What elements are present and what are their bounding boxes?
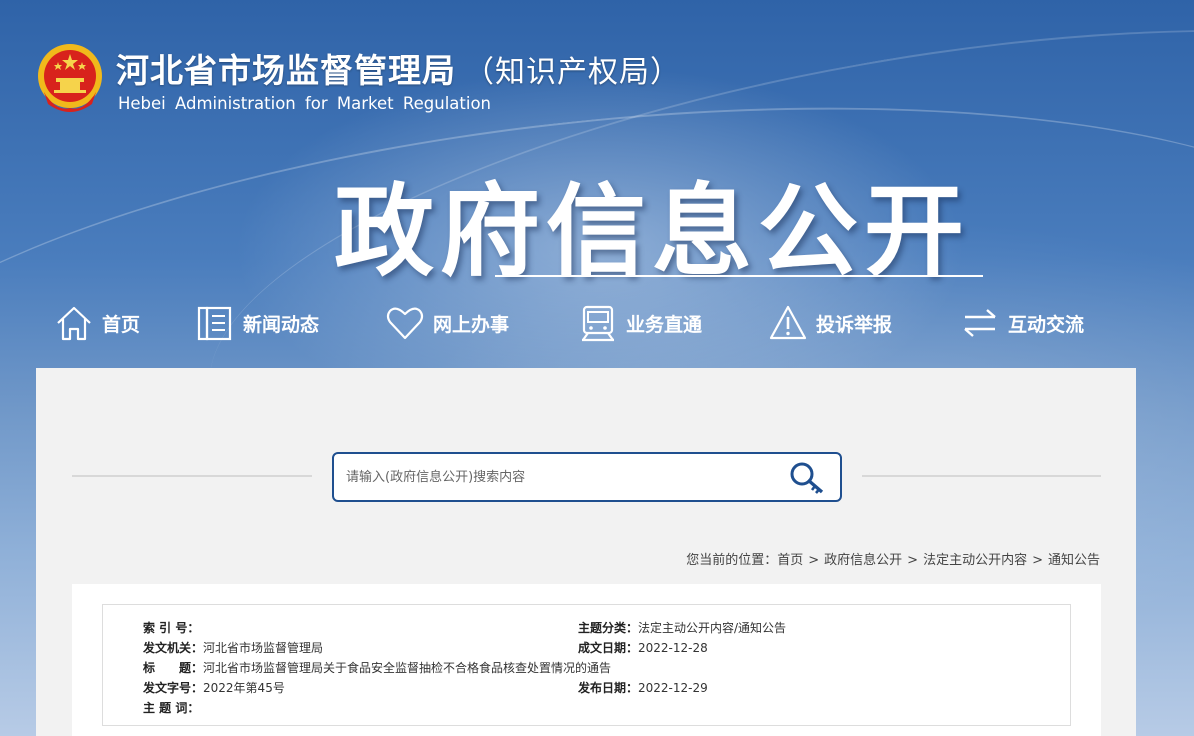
breadcrumb-link-notices[interactable]: 通知公告	[1048, 553, 1100, 568]
info-row-created: 成文日期：2022-12-28	[578, 639, 708, 656]
nav-label: 新闻动态	[243, 313, 320, 336]
document-info-section: 索 引 号： 发文机关：河北省市场监督管理局 标 题：河北省市场监督管理局关于食…	[72, 584, 1101, 736]
nav-item-home[interactable]: 首页	[54, 300, 140, 346]
document-info-table: 索 引 号： 发文机关：河北省市场监督管理局 标 题：河北省市场监督管理局关于食…	[102, 604, 1071, 726]
search-input[interactable]	[346, 464, 766, 490]
breadcrumb-prefix: 您当前的位置：	[686, 553, 778, 568]
page-title: 政府信息公开	[334, 173, 970, 290]
nav-label: 投诉举报	[816, 313, 893, 336]
nav-label: 互动交流	[1008, 313, 1085, 336]
title-underline	[495, 275, 983, 277]
info-row-category: 主题分类：法定主动公开内容/通知公告	[578, 619, 786, 636]
info-label: 主题分类：	[578, 621, 639, 635]
home-icon	[57, 306, 91, 341]
breadcrumb-link-gov-info[interactable]: 政府信息公开	[824, 553, 902, 568]
info-label: 主 题 词：	[143, 701, 200, 715]
info-value: 2022-12-29	[638, 681, 708, 695]
info-label: 标 题：	[143, 661, 204, 675]
nav-label: 业务直通	[626, 313, 703, 336]
org-name-en: Hebei Administration for Market Regulati…	[118, 94, 491, 113]
search-divider-right	[862, 475, 1101, 477]
info-row-issuer: 发文机关：河北省市场监督管理局	[143, 639, 323, 656]
info-label: 索 引 号：	[143, 621, 200, 635]
info-value: 法定主动公开内容/通知公告	[638, 621, 787, 635]
info-row-keywords: 主 题 词：	[143, 699, 199, 716]
train-icon	[582, 305, 614, 342]
search-divider-left	[72, 475, 312, 477]
main-nav: 首页 新闻动态 网上办事 业务直通 投诉举报 互动交流	[0, 300, 1194, 346]
info-label: 发布日期：	[578, 681, 639, 695]
info-row-title: 标 题：河北省市场监督管理局关于食品安全监督抽检不合格食品核查处置情况的通告	[143, 659, 611, 676]
nav-item-news[interactable]: 新闻动态	[195, 300, 319, 346]
info-row-index: 索 引 号：	[143, 619, 199, 636]
info-value: 2022年第45号	[203, 681, 285, 695]
exchange-icon	[964, 309, 996, 337]
breadcrumb-separator: >	[907, 553, 919, 568]
search-box	[332, 452, 842, 502]
nav-item-complaint[interactable]: 投诉举报	[768, 300, 892, 346]
warning-icon	[769, 305, 807, 340]
info-row-published: 发布日期：2022-12-29	[578, 679, 708, 696]
info-value: 河北省市场监督管理局关于食品安全监督抽检不合格食品核查处置情况的通告	[203, 661, 612, 675]
breadcrumb: 您当前的位置：首页 > 政府信息公开 > 法定主动公开内容 > 通知公告	[686, 549, 1100, 568]
org-name: 河北省市场监督管理局 （知识产权局）	[116, 44, 681, 92]
info-row-docno: 发文字号：2022年第45号	[143, 679, 285, 696]
heart-icon	[386, 307, 424, 340]
search-key-icon[interactable]	[786, 460, 826, 496]
nav-item-interaction[interactable]: 互动交流	[960, 300, 1084, 346]
info-label: 发文字号：	[143, 681, 204, 695]
national-emblem-icon	[38, 44, 102, 112]
nav-item-online-service[interactable]: 网上办事	[385, 300, 509, 346]
breadcrumb-separator: >	[1032, 553, 1043, 568]
breadcrumb-link-home[interactable]: 首页	[777, 553, 803, 568]
breadcrumb-link-statutory[interactable]: 法定主动公开内容	[923, 553, 1027, 568]
nav-item-business[interactable]: 业务直通	[578, 300, 702, 346]
content-panel: 您当前的位置：首页 > 政府信息公开 > 法定主动公开内容 > 通知公告 索 引 号： 发文…	[36, 368, 1136, 736]
info-value: 2022-12-28	[638, 641, 708, 655]
org-name-sub: （知识产权局）	[464, 55, 681, 90]
nav-label: 首页	[102, 313, 141, 336]
breadcrumb-separator: >	[808, 553, 820, 568]
news-icon	[197, 306, 232, 341]
org-name-cn: 河北省市场监督管理局	[116, 51, 456, 90]
info-value: 河北省市场监督管理局	[203, 641, 324, 655]
info-label: 成文日期：	[578, 641, 639, 655]
info-label: 发文机关：	[143, 641, 204, 655]
nav-label: 网上办事	[433, 313, 510, 336]
